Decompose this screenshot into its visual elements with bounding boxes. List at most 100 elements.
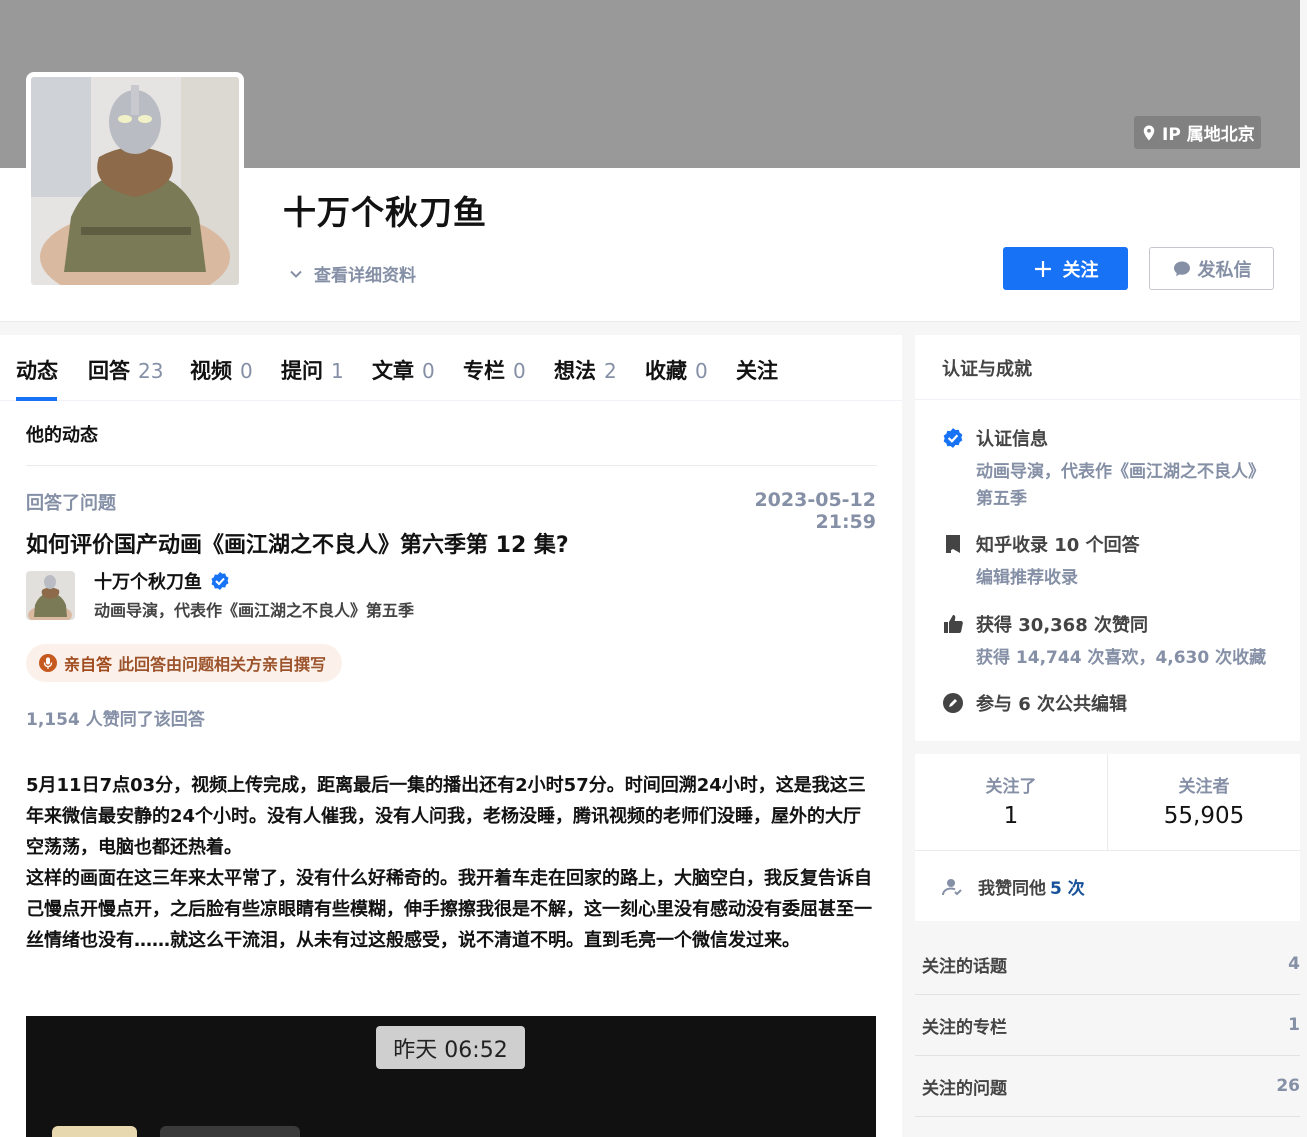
answer-content[interactable]: 5月11日7点03分，视频上传完成，距离最后一集的播出还有2小时57分。时间回溯…	[26, 770, 878, 956]
location-pin-icon	[1143, 125, 1155, 140]
follow-button[interactable]: 关注	[1003, 247, 1128, 290]
followed-topics-count: 4	[1288, 954, 1300, 974]
author-avatar-image	[26, 571, 75, 620]
achievements-card: 认证与成就 认证信息 动画导演，代表作《画江湖之不良人》第五季 知乎收录 10 …	[915, 335, 1300, 741]
tab-count: 23	[138, 359, 164, 383]
likes-sub: 获得 14,744 次喜欢，4,630 次收藏	[976, 648, 1267, 668]
feed-section-title: 他的动态	[26, 425, 98, 446]
feed-action-label: 回答了问题	[26, 493, 116, 514]
achievements-title: 认证与成就	[942, 359, 1032, 380]
agree-prefix: 我赞同他	[978, 879, 1046, 899]
tab-activities[interactable]: 动态	[16, 355, 58, 385]
chevron-down-icon	[290, 270, 302, 278]
following-stat[interactable]: 关注了 1	[915, 754, 1107, 850]
send-message-button[interactable]: 发私信	[1149, 247, 1274, 290]
collected-answers-row: 知乎收录 10 个回答	[942, 531, 1140, 557]
followers-label: 关注者	[1178, 777, 1230, 797]
agree-count: 5 次	[1050, 879, 1085, 899]
followed-topics-label: 关注的话题	[922, 956, 1007, 977]
author-name-text: 十万个秋刀鱼	[94, 572, 202, 593]
verify-info-row: 认证信息	[942, 425, 1048, 451]
author-avatar[interactable]	[26, 571, 75, 620]
feed-timestamp: 2023-05-12 21:59	[754, 489, 876, 533]
active-tab-indicator	[16, 397, 57, 401]
chat-bubble-icon	[1173, 261, 1190, 276]
followed-topics-link[interactable]: 关注的话题 4	[915, 934, 1300, 995]
view-details-link[interactable]: 查看详细资料	[288, 261, 416, 286]
question-title-link[interactable]: 如何评价国产动画《画江湖之不良人》第六季第 12 集?	[26, 527, 569, 559]
agree-count-row: 我赞同他 5 次	[942, 874, 1085, 899]
answer-image[interactable]: 昨天 06:52	[26, 1016, 876, 1137]
tab-count: 0	[695, 359, 708, 383]
verify-info-label: 认证信息	[976, 429, 1048, 450]
thumbs-up-icon	[944, 615, 963, 633]
tab-label: 关注	[736, 359, 778, 383]
followed-questions-count: 26	[1276, 1076, 1300, 1096]
collected-answers-sub[interactable]: 编辑推荐收录	[976, 565, 1276, 592]
ip-location-badge: IP 属地北京	[1134, 116, 1261, 149]
followed-questions-label: 关注的问题	[922, 1078, 1007, 1099]
tab-label: 想法	[554, 359, 596, 383]
tab-label: 动态	[16, 359, 58, 383]
followed-columns-label: 关注的专栏	[922, 1017, 1007, 1038]
main-column: 动态 回答 23 视频 0 提问 1 文章 0 专栏 0 想法 2 收藏 0 关注 他的动态 …	[0, 335, 902, 1137]
tab-columns[interactable]: 专栏 0	[463, 355, 526, 385]
tab-label: 文章	[372, 359, 414, 383]
plus-icon	[1034, 260, 1051, 277]
edit-pencil-icon	[943, 693, 963, 713]
author-name[interactable]: 十万个秋刀鱼	[94, 568, 230, 594]
tab-label: 视频	[190, 359, 232, 383]
vote-count[interactable]: 1,154 人赞同了该回答	[26, 705, 205, 730]
send-message-label: 发私信	[1197, 259, 1252, 281]
tab-count: 0	[422, 359, 435, 383]
self-answer-tag-strong: 亲自答	[64, 655, 113, 674]
follow-button-label: 关注	[1062, 259, 1099, 281]
avatar-image	[31, 77, 239, 285]
tab-answers[interactable]: 回答 23	[88, 355, 163, 385]
tab-label: 提问	[281, 359, 323, 383]
verify-info-detail: 动画导演，代表作《画江湖之不良人》第五季	[976, 462, 1265, 509]
tab-articles[interactable]: 文章 0	[372, 355, 435, 385]
tab-label: 收藏	[645, 359, 687, 383]
user-name: 十万个秋刀鱼	[283, 193, 487, 232]
tab-count: 0	[513, 359, 526, 383]
likes-row: 获得 30,368 次赞同	[942, 611, 1148, 637]
answer-paragraph: 5月11日7点03分，视频上传完成，距离最后一集的播出还有2小时57分。时间回溯…	[26, 775, 866, 858]
verified-badge-icon	[211, 572, 229, 590]
view-details-label: 查看详细资料	[314, 266, 416, 286]
self-answer-tag-text: 此回答由问题相关方亲自撰写	[118, 655, 327, 674]
tab-count: 0	[240, 359, 253, 383]
image-chat-bubble	[160, 1126, 300, 1137]
following-label: 关注了	[985, 777, 1037, 797]
tab-videos[interactable]: 视频 0	[190, 355, 253, 385]
collected-answers-text: 知乎收录 10 个回答	[976, 535, 1140, 556]
tab-questions[interactable]: 提问 1	[281, 355, 344, 385]
author-headline: 动画导演，代表作《画江湖之不良人》第五季	[94, 601, 415, 620]
tab-count: 2	[604, 359, 617, 383]
likes-text: 获得 30,368 次赞同	[976, 615, 1148, 636]
microphone-icon	[39, 654, 57, 672]
public-edits-row: 参与 6 次公共编辑	[942, 690, 1127, 716]
divider	[26, 465, 877, 466]
public-edits-text: 参与 6 次公共编辑	[976, 694, 1128, 715]
tab-count: 1	[331, 359, 344, 383]
tab-collections[interactable]: 收藏 0	[645, 355, 708, 385]
followed-columns-link[interactable]: 关注的专栏 1	[915, 995, 1300, 1056]
self-answer-tag: 亲自答 此回答由问题相关方亲自撰写	[26, 644, 343, 682]
avatar[interactable]	[26, 72, 244, 290]
tab-label: 回答	[88, 359, 130, 383]
following-count: 1	[1003, 803, 1019, 829]
image-timestamp: 昨天 06:52	[376, 1026, 525, 1069]
tab-following[interactable]: 关注	[736, 355, 778, 385]
verified-badge-icon	[943, 428, 963, 448]
image-chat-bubble	[52, 1126, 137, 1137]
user-agree-icon	[942, 878, 962, 895]
tab-pins[interactable]: 想法 2	[554, 355, 617, 385]
divider	[915, 850, 1300, 851]
followers-stat[interactable]: 关注者 55,905	[1108, 754, 1300, 850]
profile-tabs: 动态 回答 23 视频 0 提问 1 文章 0 专栏 0 想法 2 收藏 0 关注	[0, 335, 902, 401]
followed-questions-link[interactable]: 关注的问题 26	[915, 1056, 1300, 1117]
follow-stats-card: 关注了 1 关注者 55,905 我赞同他 5 次	[915, 754, 1300, 921]
followers-count: 55,905	[1163, 803, 1245, 829]
answer-paragraph: 这样的画面在这三年来太平常了，没有什么好稀奇的。我开着车走在回家的路上，大脑空白…	[26, 868, 872, 951]
